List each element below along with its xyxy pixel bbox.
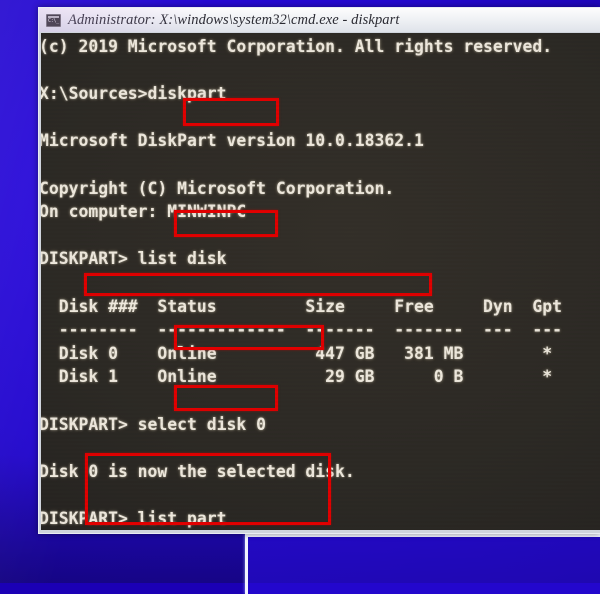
- window-title: Administrator: X:\windows\system32\cmd.e…: [68, 11, 400, 28]
- terminal-line: X:\Sources>diskpart: [41, 84, 227, 104]
- background-window[interactable]: [245, 534, 600, 594]
- terminal-line: DISKPART> list part: [41, 508, 227, 528]
- terminal-line: Copyright (C) Microsoft Corporation.: [41, 178, 395, 198]
- terminal-line: Disk 1 Online 29 GB 0 B *: [41, 367, 553, 387]
- terminal-line: DISKPART> list disk: [41, 249, 227, 269]
- terminal-output-area[interactable]: (c) 2019 Microsoft Corporation. All righ…: [41, 33, 600, 530]
- terminal-line: On computer: MINWINPC: [41, 202, 247, 222]
- terminal-line: (c) 2019 Microsoft Corporation. All righ…: [41, 37, 553, 56]
- terminal-screen: (c) 2019 Microsoft Corporation. All righ…: [41, 33, 600, 530]
- terminal-line: -------- ------------- ------- ------- -…: [41, 320, 563, 340]
- terminal-line: Disk 0 is now the selected disk.: [41, 461, 355, 481]
- terminal-line: Disk 0 Online 447 GB 381 MB *: [41, 343, 553, 363]
- terminal-line: Microsoft DiskPart version 10.0.18362.1: [41, 131, 424, 151]
- terminal-line: Disk ### Status Size Free Dyn Gpt: [41, 296, 563, 316]
- command-prompt-window[interactable]: Administrator: X:\windows\system32\cmd.e…: [38, 7, 600, 534]
- cmd-console-icon: [46, 13, 61, 27]
- terminal-line: DISKPART> select disk 0: [41, 414, 266, 434]
- window-titlebar[interactable]: Administrator: X:\windows\system32\cmd.e…: [39, 8, 600, 32]
